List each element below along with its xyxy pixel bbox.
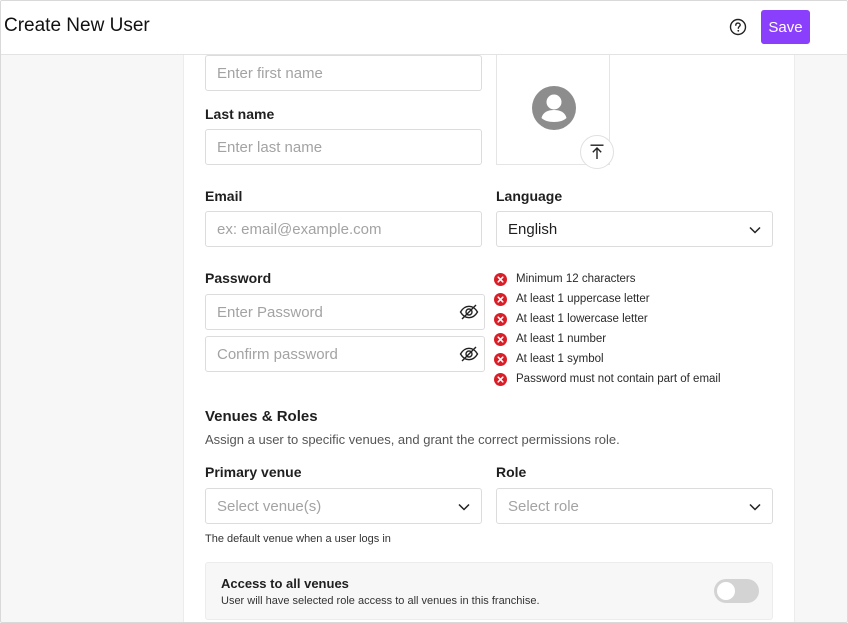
primary-venue-label: Primary venue	[205, 464, 302, 480]
app-window: Create New User Save Enter first name La…	[0, 0, 848, 623]
access-all-venues-description: User will have selected role access to a…	[221, 595, 540, 607]
primary-venue-hint: The default venue when a user logs in	[205, 533, 391, 545]
upload-photo-button[interactable]	[580, 135, 614, 169]
password-label: Password	[205, 270, 272, 286]
error-x-icon	[494, 312, 507, 326]
user-avatar-icon	[532, 86, 576, 130]
last-name-label: Last name	[205, 106, 275, 122]
error-x-icon	[494, 292, 507, 306]
password-rule: At least 1 lowercase letter	[494, 309, 721, 329]
password-input[interactable]	[205, 294, 485, 330]
eye-off-icon[interactable]	[459, 344, 479, 364]
question-circle-icon	[729, 18, 747, 36]
role-label: Role	[496, 464, 527, 480]
password-rule: Minimum 12 characters	[494, 269, 721, 289]
page-title: Create New User	[4, 15, 150, 36]
save-button[interactable]: Save	[761, 10, 810, 44]
error-x-icon	[494, 332, 507, 346]
error-x-icon	[494, 372, 507, 386]
password-rule: At least 1 uppercase letter	[494, 289, 721, 309]
email-input[interactable]	[205, 211, 482, 247]
chevron-down-icon	[749, 226, 761, 234]
first-name-input[interactable]	[205, 55, 482, 91]
last-name-input[interactable]	[205, 129, 482, 165]
access-all-venues-title: Access to all venues	[221, 576, 349, 591]
role-placeholder: Select role	[508, 497, 579, 515]
error-x-icon	[494, 352, 507, 366]
toggle-knob	[717, 582, 735, 600]
error-x-icon	[494, 272, 507, 286]
password-rule-text: At least 1 lowercase letter	[516, 313, 648, 325]
password-rule: Password must not contain part of email	[494, 369, 721, 389]
header: Create New User Save	[1, 1, 847, 55]
password-field	[205, 294, 485, 330]
role-select[interactable]: Select role	[496, 488, 773, 524]
confirm-password-input[interactable]	[205, 336, 485, 372]
confirm-password-field	[205, 336, 485, 372]
email-label: Email	[205, 188, 243, 204]
eye-off-icon[interactable]	[459, 302, 479, 322]
language-label: Language	[496, 188, 563, 204]
password-rule: At least 1 symbol	[494, 349, 721, 369]
password-rule-text: Password must not contain part of email	[516, 373, 721, 385]
primary-venue-select[interactable]: Select venue(s)	[205, 488, 482, 524]
language-selected-value: English	[508, 220, 558, 238]
password-rule: At least 1 number	[494, 329, 721, 349]
primary-venue-placeholder: Select venue(s)	[217, 497, 322, 515]
password-rule-text: Minimum 12 characters	[516, 273, 636, 285]
password-rule-text: At least 1 uppercase letter	[516, 293, 650, 305]
language-select[interactable]: English	[496, 211, 773, 247]
upload-icon	[590, 144, 604, 159]
password-rule-text: At least 1 symbol	[516, 353, 604, 365]
help-button[interactable]	[728, 17, 748, 37]
form-panel: Last name Email Language English Passwor…	[183, 55, 795, 622]
chevron-down-icon	[749, 503, 761, 511]
venues-section-description: Assign a user to specific venues, and gr…	[205, 432, 620, 447]
access-all-venues-card: Access to all venues User will have sele…	[205, 562, 773, 620]
password-rule-text: At least 1 number	[516, 333, 607, 345]
venues-section-title: Venues & Roles	[205, 408, 318, 425]
access-all-venues-toggle[interactable]	[714, 579, 759, 603]
password-rules-list: Minimum 12 characters At least 1 upperca…	[494, 269, 721, 389]
chevron-down-icon	[458, 503, 470, 511]
